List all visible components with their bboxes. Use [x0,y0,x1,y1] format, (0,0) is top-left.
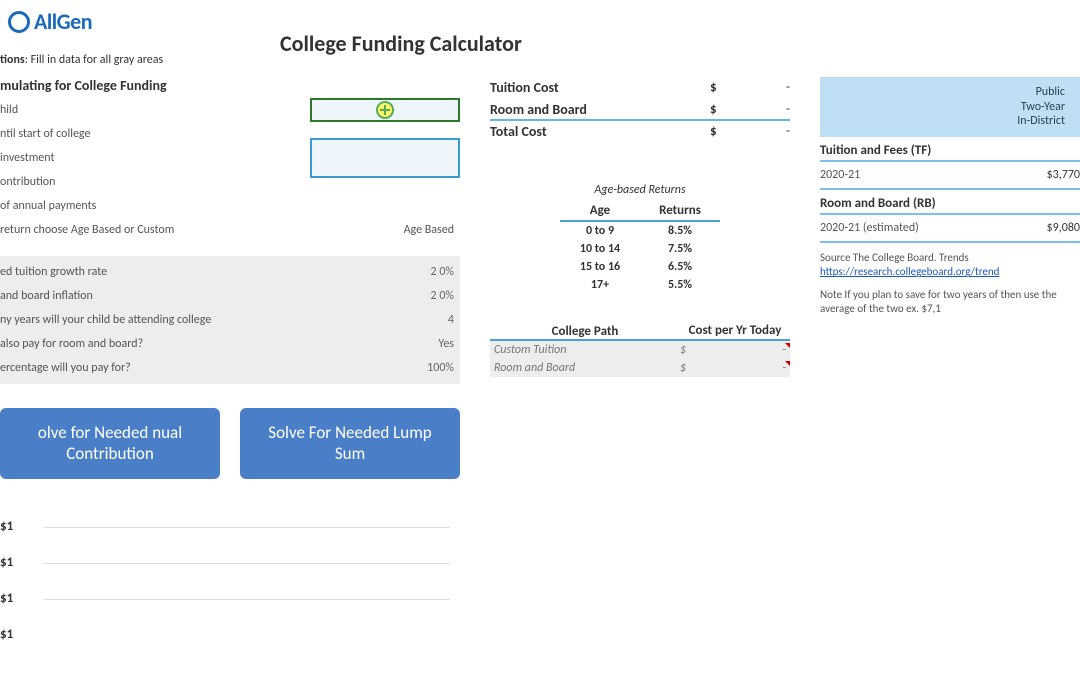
cursor-icon [376,101,394,119]
cost-room-val: - [750,102,790,117]
assume-tuition-growth: ed tuition growth rate 2 0% [0,260,460,284]
sp-tf-title: Tuition and Fees (TF) [820,143,1080,162]
cost-room-row: Room and Board $ - [490,99,790,121]
value-percentage[interactable]: 100% [340,361,460,375]
cp-row-0[interactable]: Custom Tuition $ - [490,341,790,359]
label-contribution: ontribution [0,175,460,189]
value-years-attend[interactable]: 4 [340,313,460,327]
label-annual-payments: of annual payments [0,199,460,213]
sp-note: Note If you plan to save for two years o… [820,288,1080,317]
cost-room-label: Room and Board [490,101,710,118]
cost-tuition-val: - [750,80,790,95]
value-rb-inflation[interactable]: 2 0% [340,289,460,303]
assume-years-attend: ny years will your child be attending co… [0,308,460,332]
cp-header: College Path Cost per Yr Today [490,324,790,341]
input-row-investment: investment [0,146,460,170]
sp-rb-year: 2020-21 (estimated) [820,221,1020,235]
assume-percentage: ercentage will you pay for? 100% [0,356,460,380]
input-row-return: return choose Age Based or Custom Age Ba… [0,218,460,242]
instructions-text: Fill in data for all gray areas [31,53,164,67]
sp-tf-year: 2020-21 [820,168,1020,182]
cost-total-label: Total Cost [490,123,710,140]
input-child[interactable] [310,98,460,122]
assumptions-block: ed tuition growth rate 2 0% and board in… [0,256,460,384]
label-return: return choose Age Based or Custom [0,223,340,237]
brand-name: AllGen [34,8,92,35]
label-tuition-growth: ed tuition growth rate [0,265,340,279]
input-row-contribution: ontribution [0,170,460,194]
cost-tuition-label: Tuition Cost [490,79,710,96]
value-pay-rb[interactable]: Yes [340,337,460,351]
college-path: College Path Cost per Yr Today Custom Tu… [490,324,790,377]
sp-rb-row: 2020-21 (estimated) $9,080 [820,215,1080,243]
ar-col2: Returns [640,201,720,220]
label-years-attend: ny years will your child be attending co… [0,313,340,327]
chart: $1 $1 $1 $1 [0,519,460,659]
instructions: tions: Fill in data for all gray areas [0,53,1080,67]
sp-tf-value: $3,770 [1020,168,1080,182]
cost-room-cur: $ [710,102,750,117]
ar-row-1: 10 to 147.5% [560,240,720,258]
cost-total-row: Total Cost $ - [490,121,790,143]
age-returns: Age-based Returns Age Returns 0 to 98.5%… [490,183,790,294]
input-row-child: hild [0,98,460,122]
age-returns-header: Age Returns [560,201,720,222]
ar-row-2: 15 to 166.5% [560,258,720,276]
ar-row-3: 17+5.5% [560,276,720,294]
cp-col1: College Path [490,324,680,339]
brand-logo: AllGen [8,8,92,35]
sp-rb-value: $9,080 [1020,221,1080,235]
sp-tf-row: 2020-21 $3,770 [820,162,1080,190]
value-return[interactable]: Age Based [340,223,460,237]
instructions-label: tions [0,53,25,67]
solve-lump-button[interactable]: Solve For Needed Lump Sum [240,408,460,479]
label-pay-rb: also pay for room and board? [0,337,340,351]
solve-annual-button[interactable]: olve for Needed nual Contribution [0,408,220,479]
cost-tuition-cur: $ [710,80,750,95]
assume-pay-rb: also pay for room and board? Yes [0,332,460,356]
section-header: mulating for College Funding [0,77,460,94]
chart-tick-0: $1 [0,519,13,534]
cost-total-val: - [750,124,790,139]
cp-col2: Cost per Yr Today [680,324,790,339]
input-row-annual-payments: of annual payments [0,194,460,218]
assume-rb-inflation: and board inflation 2 0% [0,284,460,308]
source-link[interactable]: https://research.collegeboard.org/trend [820,265,999,278]
cost-total-cur: $ [710,124,750,139]
sp-source: Source The College Board. Trends https:/… [820,251,1080,280]
ar-col1: Age [560,201,640,220]
sp-rb-title: Room and Board (RB) [820,196,1080,215]
chart-tick-1: $1 [0,555,13,570]
value-tuition-growth[interactable]: 2 0% [340,265,460,279]
chart-tick-2: $1 [0,591,13,606]
label-percentage: ercentage will you pay for? [0,361,340,375]
cost-summary: Tuition Cost $ - Room and Board $ - Tota… [490,77,790,143]
side-panel: Public Two-Year In-District Tuition and … [820,77,1080,316]
cost-tuition-row: Tuition Cost $ - [490,77,790,99]
age-returns-title: Age-based Returns [490,183,790,197]
logo-icon [8,11,30,33]
sp-header[interactable]: Public Two-Year In-District [820,77,1080,137]
cp-row-1[interactable]: Room and Board $ - [490,359,790,377]
ar-row-0: 0 to 98.5% [560,222,720,240]
page-title: College Funding Calculator [280,30,522,57]
chart-tick-3: $1 [0,627,13,642]
label-rb-inflation: and board inflation [0,289,340,303]
